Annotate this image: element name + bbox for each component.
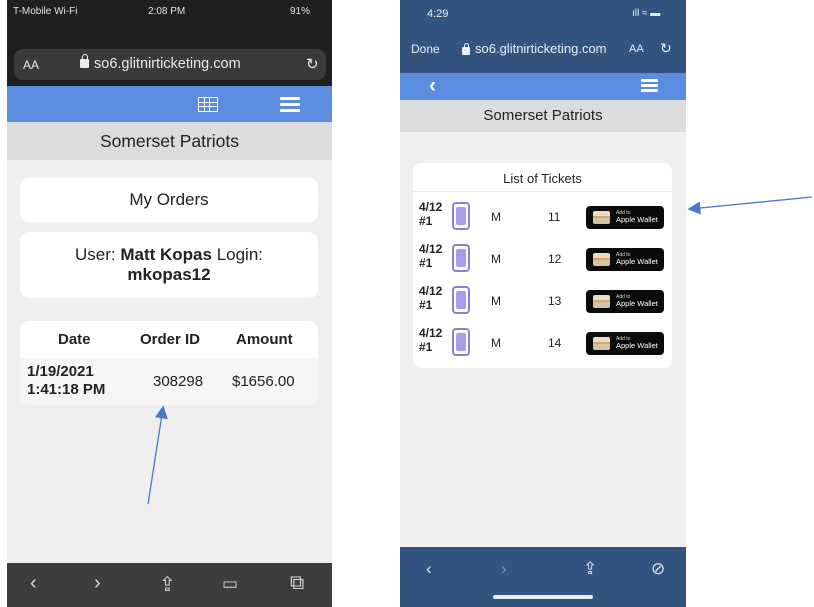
arrow-to-order-id bbox=[147, 405, 168, 505]
arrow-to-wallet-button bbox=[687, 196, 813, 215]
annotation-arrows bbox=[147, 196, 813, 505]
